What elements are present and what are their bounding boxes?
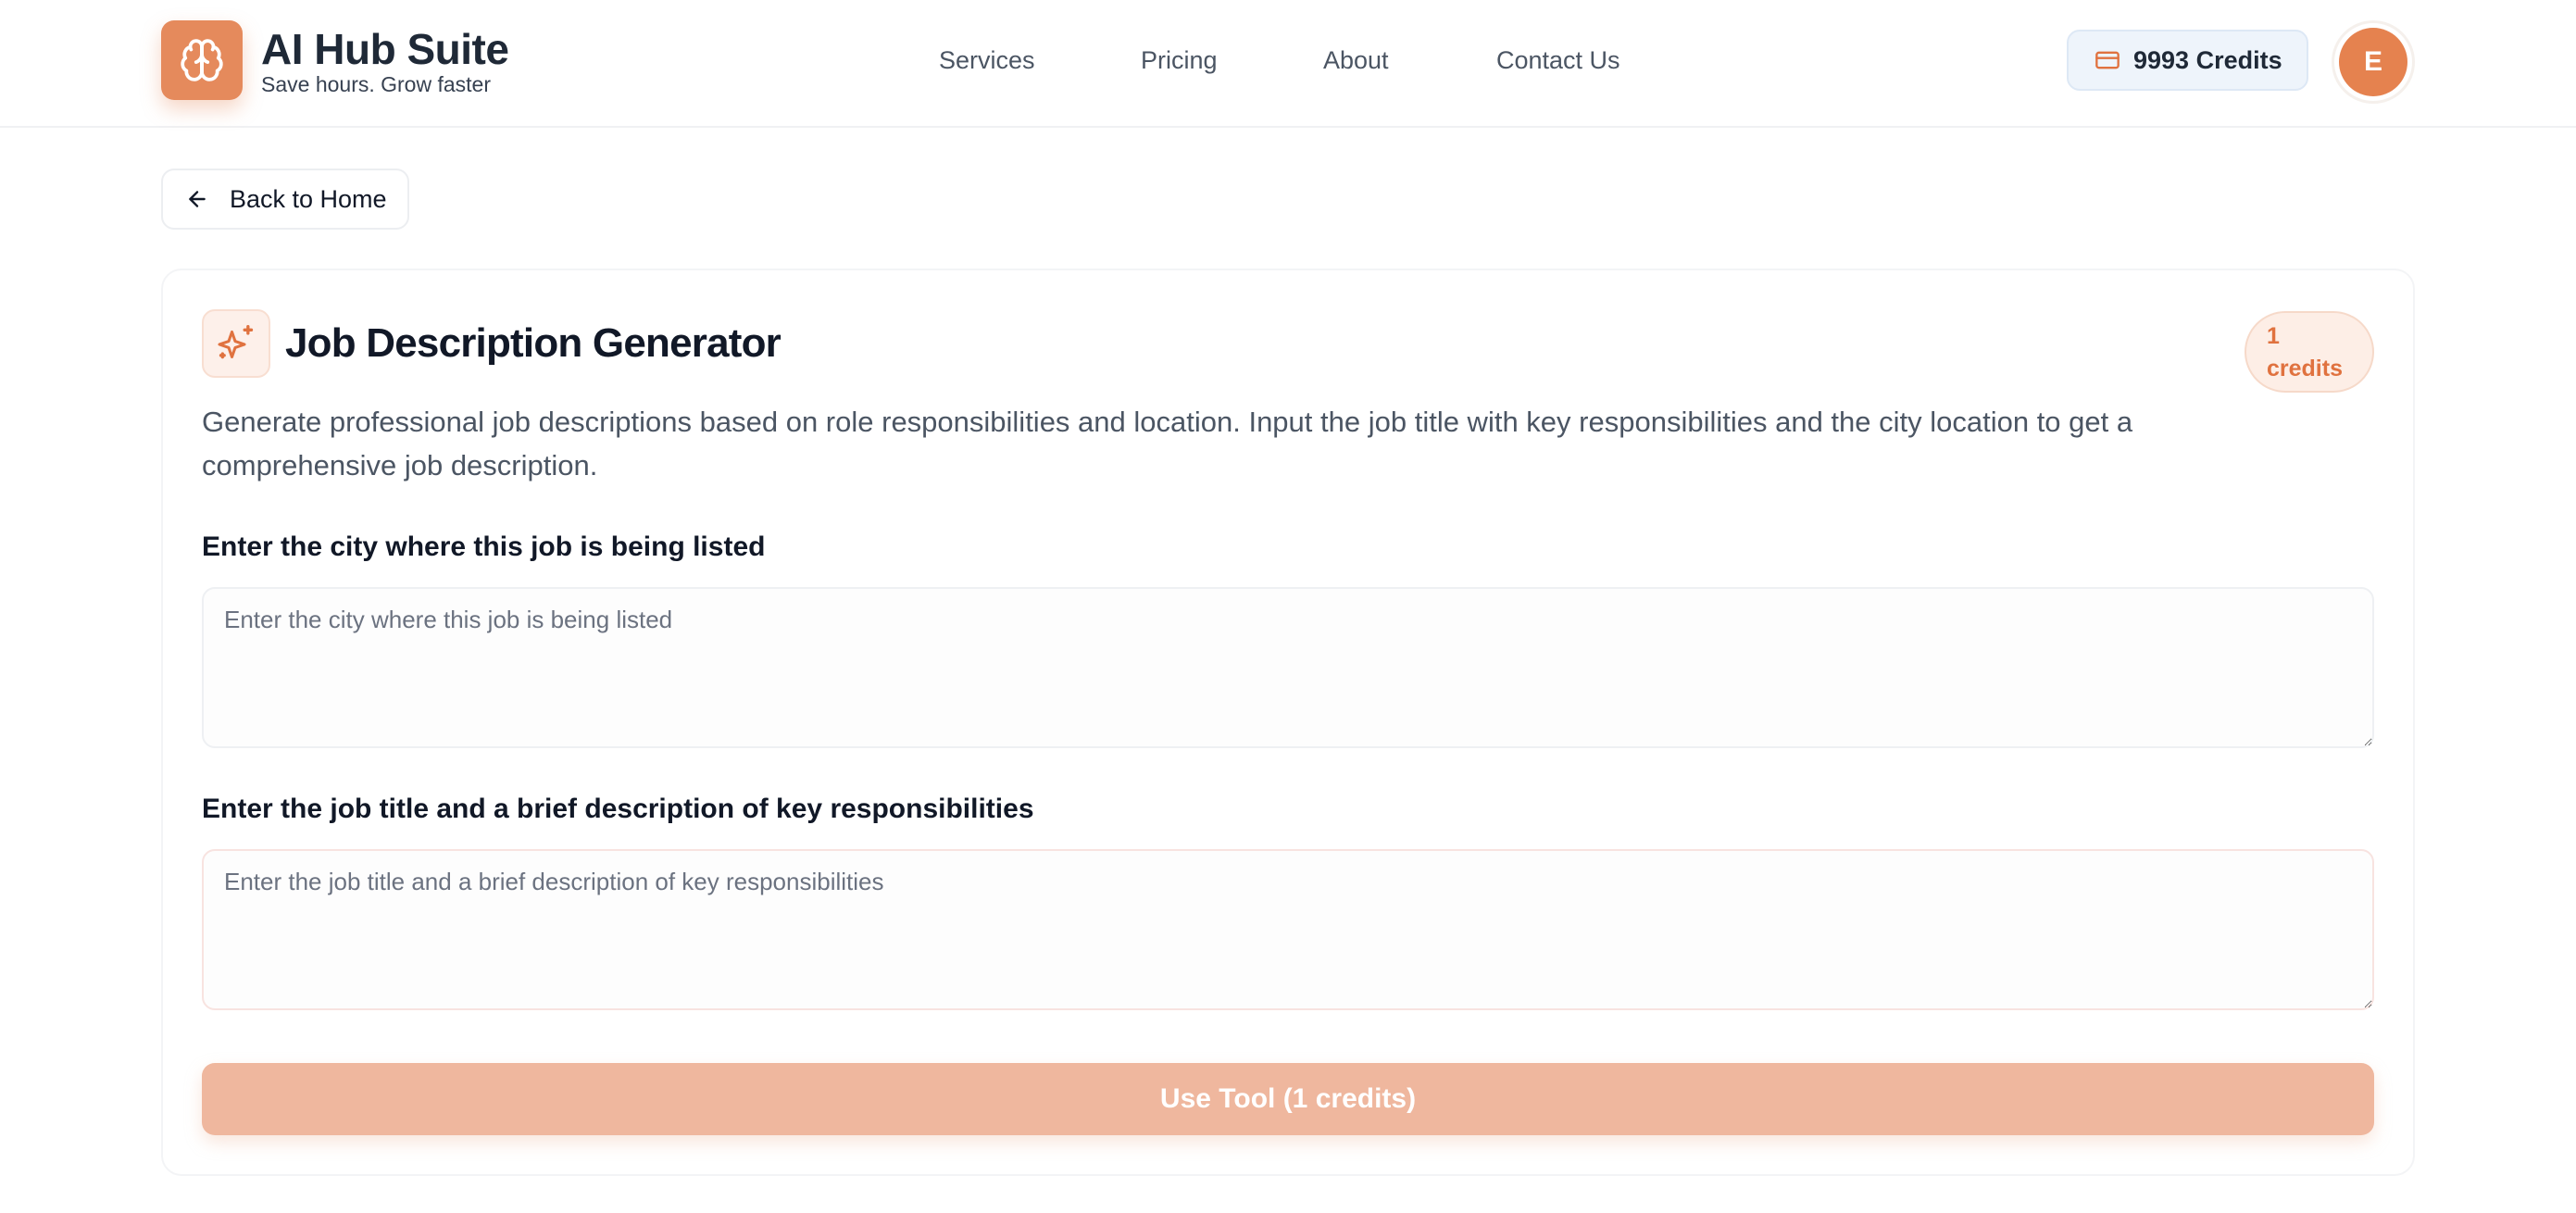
brand-tagline: Save hours. Grow faster <box>261 72 491 96</box>
city-field-label: Enter the city where this job is being l… <box>202 531 766 562</box>
tool-icon-box <box>202 309 270 378</box>
brand-title: AI Hub Suite <box>261 25 509 73</box>
user-avatar-button[interactable]: E <box>2332 20 2415 104</box>
tool-description: Generate professional job descriptions b… <box>202 406 2133 481</box>
credit-card-icon <box>2095 51 2120 69</box>
tool-card: Job Description Generator 1 credits Gene… <box>161 269 2415 1176</box>
cost-badge-number: 1 <box>2267 323 2280 349</box>
back-button-label: Back to Home <box>230 184 387 213</box>
back-to-home-button[interactable]: Back to Home <box>161 169 409 230</box>
job-title-field-label: Enter the job title and a brief descript… <box>202 794 1034 824</box>
cost-badge: 1 credits <box>2245 311 2374 393</box>
cost-badge-unit: credits <box>2267 356 2343 381</box>
nav-services[interactable]: Services <box>939 44 1035 76</box>
page-title: Job Description Generator <box>285 320 782 366</box>
top-header: AI Hub Suite Save hours. Grow faster Ser… <box>0 0 2576 128</box>
city-input[interactable] <box>202 587 2374 748</box>
arrow-left-icon <box>189 191 206 207</box>
brain-icon <box>181 39 223 81</box>
nav-pricing[interactable]: Pricing <box>1141 44 1218 76</box>
use-tool-button[interactable]: Use Tool (1 credits) <box>202 1063 2374 1135</box>
sparkles-icon <box>218 325 254 359</box>
credits-label: 9993 Credits <box>2133 45 2282 74</box>
job-title-input[interactable] <box>202 849 2374 1010</box>
avatar: E <box>2339 28 2407 96</box>
nav-about[interactable]: About <box>1323 44 1389 76</box>
credits-balance-button[interactable]: 9993 Credits <box>2067 30 2308 91</box>
nav-contact-us[interactable]: Contact Us <box>1496 44 1620 76</box>
logo[interactable] <box>161 20 243 100</box>
